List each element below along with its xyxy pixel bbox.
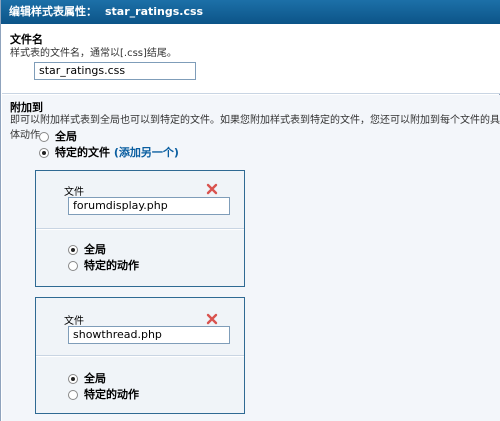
- action-global-radio[interactable]: [68, 245, 78, 255]
- action-global-option[interactable]: 全局: [68, 243, 148, 257]
- file-label: 文件: [64, 187, 84, 198]
- file-actions: 全局 特定的动作: [36, 230, 244, 286]
- action-global-radio[interactable]: [68, 374, 78, 384]
- attach-specific-text: 特定的文件: [55, 146, 110, 159]
- action-specific-label: 特定的动作: [84, 259, 139, 272]
- stylesheet-properties-panel: 编辑样式表属性： star_ratings.css 文件名 样式表的文件名，通常以…: [0, 0, 500, 421]
- action-specific-option[interactable]: 特定的动作: [68, 259, 188, 273]
- attach-specific-label: 特定的文件 (添加另一个): [55, 146, 179, 160]
- add-another-file-link[interactable]: (添加另一个): [114, 146, 179, 159]
- filename-section: 文件名 样式表的文件名，通常以[.css]结尾。 star_ratings.cs…: [2, 24, 500, 94]
- file-box: 文件 showthread.php 全局 特定的动作: [35, 297, 245, 414]
- attach-global-label: 全局: [55, 130, 77, 143]
- close-icon[interactable]: [206, 313, 218, 325]
- file-input[interactable]: forumdisplay.php: [68, 197, 230, 215]
- attach-specific-option[interactable]: 特定的文件 (添加另一个): [39, 146, 239, 160]
- action-specific-radio[interactable]: [68, 261, 78, 271]
- action-specific-option[interactable]: 特定的动作: [68, 388, 188, 402]
- attach-specific-radio[interactable]: [39, 148, 49, 158]
- file-box: 文件 forumdisplay.php 全局 特定的动作: [35, 170, 245, 287]
- action-specific-radio[interactable]: [68, 390, 78, 400]
- attach-global-radio[interactable]: [39, 132, 49, 142]
- filename-description: 样式表的文件名，通常以[.css]结尾。: [10, 48, 177, 59]
- close-icon[interactable]: [206, 183, 218, 195]
- action-global-label: 全局: [84, 372, 106, 385]
- panel-title-bar: 编辑样式表属性： star_ratings.css: [1, 0, 500, 24]
- file-box-header: 文件 showthread.php: [36, 298, 244, 356]
- file-input[interactable]: showthread.php: [68, 326, 230, 344]
- action-specific-label: 特定的动作: [84, 388, 139, 401]
- file-box-header: 文件 forumdisplay.php: [36, 171, 244, 229]
- action-global-option[interactable]: 全局: [68, 372, 148, 386]
- filename-input[interactable]: star_ratings.css: [34, 62, 196, 80]
- file-label: 文件: [64, 316, 84, 327]
- attach-global-option[interactable]: 全局: [39, 130, 119, 144]
- attach-section: 附加到 即可以附加样式表到全局也可以到特定的文件。如果您附加样式表到特定的文件，…: [2, 95, 500, 421]
- panel-title-value: star_ratings.css: [105, 5, 204, 18]
- action-global-label: 全局: [84, 243, 106, 256]
- file-actions: 全局 特定的动作: [36, 357, 244, 413]
- panel-title-label: 编辑样式表属性：: [9, 5, 97, 18]
